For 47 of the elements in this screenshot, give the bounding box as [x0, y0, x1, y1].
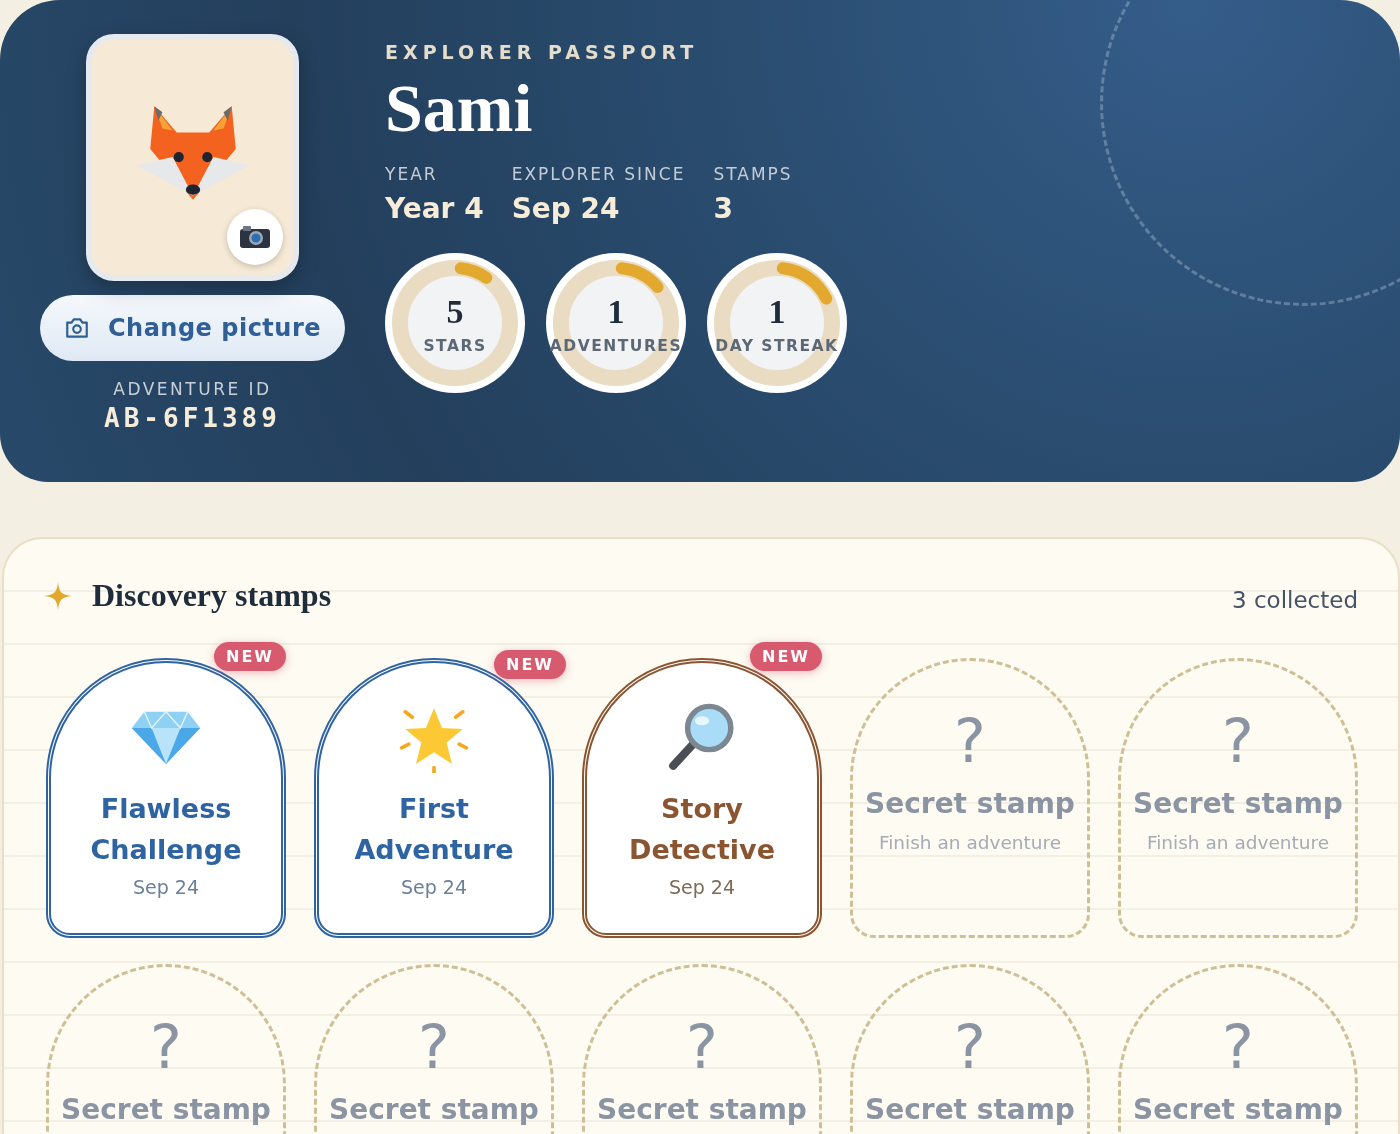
question-mark: ?: [954, 711, 986, 771]
stamp-hint: Finish an adventure: [1146, 832, 1330, 853]
stat-label: YEAR: [385, 164, 439, 185]
explorer-name: Sami: [385, 73, 534, 145]
stamp-date: Sep 24: [669, 876, 735, 898]
stat-label: EXPLORER SINCE: [511, 164, 686, 185]
stamp-title: Secret stamp: [597, 1093, 807, 1126]
new-badge: NEW: [214, 642, 286, 671]
stat-value: Year 4: [385, 192, 484, 226]
question-mark: ?: [1222, 711, 1254, 771]
question-mark: ?: [1222, 1017, 1254, 1077]
stamp-title: Secret stamp: [1133, 1093, 1343, 1126]
stamp-title: Secret stamp: [329, 1093, 539, 1126]
ring-label: STARS: [423, 337, 487, 356]
question-mark: ?: [954, 1017, 986, 1077]
change-picture-button[interactable]: Change picture: [40, 295, 345, 361]
stamp-title: Story Detective: [628, 792, 776, 867]
stamp-title: Flawless Challenge: [89, 792, 243, 867]
question-mark: ?: [418, 1017, 450, 1077]
stamp-title: Secret stamp: [865, 787, 1075, 820]
stat-value: Sep 24: [511, 192, 621, 226]
adventure-id-label: ADVENTURE ID: [113, 379, 272, 399]
question-mark: ?: [150, 1017, 182, 1077]
ring-label: DAY STREAK: [715, 337, 839, 356]
stat-label: STAMPS: [713, 164, 793, 185]
stamp-hint: Finish an adventure: [878, 832, 1062, 853]
new-badge: NEW: [494, 650, 566, 679]
camera-icon: [63, 315, 90, 341]
stamp-title: Secret stamp: [1133, 787, 1343, 820]
section-title: Discovery stamps: [92, 577, 332, 614]
ring-value: 1: [768, 295, 786, 330]
stamp-title: First Adventure: [353, 792, 515, 867]
stamp-count: 3 collected: [1232, 586, 1358, 613]
passport-eyebrow: EXPLORER PASSPORT: [385, 41, 700, 63]
ring-value: 1: [607, 295, 625, 330]
stamp-title: Secret stamp: [865, 1093, 1075, 1126]
stamp-date: Sep 24: [401, 876, 467, 898]
camera-icon: [239, 225, 271, 249]
stamp-title: Secret stamp: [61, 1093, 271, 1126]
stamp-date: Sep 24: [133, 876, 199, 898]
question-mark: ?: [686, 1017, 718, 1077]
camera-badge[interactable]: [227, 209, 283, 265]
ring-value: 5: [446, 295, 464, 330]
stat-value: 3: [713, 192, 734, 226]
new-badge: NEW: [750, 642, 822, 671]
adventure-id-value: AB-6F1389: [104, 403, 281, 433]
ring-label: ADVENTURES: [549, 337, 683, 356]
